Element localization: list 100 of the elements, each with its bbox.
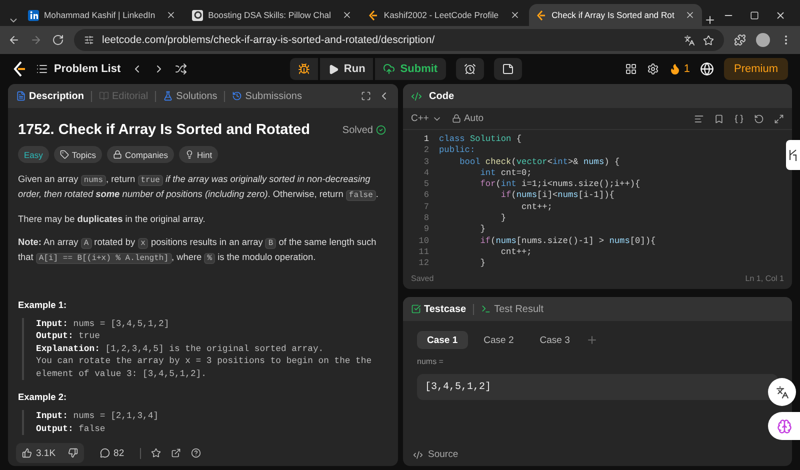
premium-button[interactable]: Premium [724, 58, 788, 80]
parameter-label: nums = [417, 357, 444, 366]
extensions-icon[interactable] [734, 34, 746, 46]
tag-icon [60, 150, 69, 159]
cloud-upload-icon [383, 63, 396, 75]
streak-counter[interactable]: 1 [668, 63, 690, 75]
translate-icon[interactable] [684, 34, 695, 46]
linkedin-favicon-icon [28, 10, 39, 20]
debug-button[interactable] [290, 58, 318, 80]
address-bar[interactable]: leetcode.com/problems/check-if-array-is-sorted-and-rotated/description/ [74, 29, 724, 51]
example-line: You can rotate the array by x = 3 positions to begin on the the [36, 355, 373, 368]
thumbs-down-icon [68, 448, 78, 458]
example-line: Output: true [36, 330, 101, 343]
topic-chip[interactable]: Topics [54, 146, 102, 163]
submit-button[interactable]: Submit [375, 58, 446, 80]
line-number: 10 [418, 236, 429, 247]
restore-icon[interactable] [750, 10, 759, 20]
flame-icon [668, 63, 681, 75]
undo-icon[interactable] [754, 114, 764, 124]
brain-button[interactable] [768, 412, 800, 440]
leetcode-logo-icon[interactable] [12, 61, 26, 77]
topic-chip[interactable]: Companies [107, 146, 174, 163]
code-line: if(nums[nums.size()-1] > nums[0]){ [479, 236, 656, 247]
code-line: public: [439, 145, 476, 157]
problem-list-link[interactable]: Problem List [36, 63, 121, 75]
code-line: class Solution { [439, 134, 522, 146]
braces-icon[interactable] [734, 114, 744, 124]
example-title: Example 1: [18, 300, 68, 310]
back-icon[interactable] [8, 34, 20, 46]
close-icon [685, 10, 696, 20]
case-tab[interactable]: Case 2 [474, 331, 524, 349]
code-line: bool check(vector<int>& nums) { [458, 156, 620, 168]
panel-tab[interactable]: Testcase [411, 304, 466, 314]
check-circle-icon [376, 125, 386, 135]
case-tab[interactable]: Case 3 [530, 331, 580, 349]
panel-tab[interactable]: Test Result [481, 304, 544, 314]
tab-title: Mohammad Kashif | LinkedIn [44, 10, 156, 20]
note-icon [502, 63, 514, 75]
new-tab-icon[interactable] [704, 14, 716, 26]
source-link[interactable]: Source [428, 449, 458, 460]
profile-avatar[interactable] [756, 33, 770, 47]
mode-label[interactable]: Auto [464, 113, 484, 124]
browser-tab[interactable]: Kashif2002 - LeetCode Profile [360, 4, 527, 26]
panel-tab[interactable]: Description [16, 90, 84, 102]
line-number: 3 [422, 156, 429, 168]
code-icon [411, 90, 422, 102]
panel-tab[interactable]: Solutions [163, 90, 218, 102]
case-tab[interactable]: Case 1 [417, 331, 468, 349]
star-icon[interactable] [703, 34, 714, 46]
language-select[interactable]: C++ [411, 113, 429, 124]
thumbs-up-icon [22, 448, 32, 458]
tab-title: Boosting DSA Skills: Pillow Chal [208, 10, 331, 20]
code-line: cnt++; [500, 246, 532, 258]
save-status: Saved [411, 274, 434, 282]
panel-tab[interactable]: Submissions [232, 90, 302, 102]
description-paragraph: There may be duplicates in the original array. [18, 212, 206, 226]
flask-icon [163, 91, 174, 101]
translate-icon [776, 386, 788, 398]
comments-button[interactable]: 82 [94, 448, 130, 458]
notes-button[interactable] [494, 58, 522, 80]
lock-icon [452, 114, 461, 123]
example-line: Input: nums = [3,4,5,1,2] [36, 318, 170, 330]
solved-status: Solved [342, 124, 386, 136]
example-line: Input: nums = [2,1,3,4] [36, 410, 160, 423]
code-line: for(int i=1;i<nums.size();i++){ [479, 179, 640, 190]
layout-icon[interactable] [624, 63, 637, 75]
format-icon[interactable] [694, 114, 704, 124]
code-line: cnt++; [520, 202, 552, 214]
description-paragraph: Note: An array A rotated by x positions results in an array B of the same length such that A[i] == B[(i+x) % A.length] , where % is the modulo operation. [18, 236, 378, 266]
input-field[interactable]: [3,4,5,1,2] [417, 374, 778, 400]
line-number: 8 [422, 213, 429, 224]
timer-button[interactable] [456, 58, 484, 80]
run-button[interactable]: Run [320, 58, 374, 80]
help-icon[interactable] [191, 448, 202, 458]
browser-tab[interactable]: Check if Array Is Sorted and Rot [528, 4, 702, 26]
browser-tab[interactable]: Boosting DSA Skills: Pillow Chal [185, 4, 359, 26]
star-icon[interactable] [151, 448, 162, 458]
bookmark-icon[interactable] [714, 114, 724, 124]
comment-icon [100, 448, 110, 458]
example-line: Output: false [36, 422, 106, 436]
document-icon [16, 91, 26, 101]
forward-icon[interactable] [30, 34, 42, 46]
close-icon [510, 10, 520, 20]
maximize-icon[interactable] [361, 91, 371, 101]
globe-icon[interactable] [700, 62, 714, 76]
example-line: element of value 3: [3,4,5,1,2]. [36, 368, 208, 380]
terminal-icon [481, 304, 492, 314]
close-icon[interactable] [775, 10, 786, 20]
expand-icon[interactable] [774, 114, 784, 124]
side-tab-icon[interactable] [786, 140, 800, 170]
reload-icon[interactable] [52, 34, 64, 46]
settings-icon[interactable] [646, 63, 659, 75]
line-number: 6 [422, 190, 429, 202]
add-icon[interactable] [586, 334, 598, 346]
browser-tab[interactable]: Mohammad Kashif | LinkedIn [21, 4, 184, 26]
topic-chip[interactable]: Hint [179, 146, 218, 163]
lock-icon [113, 150, 122, 159]
share-icon[interactable] [171, 448, 182, 458]
shuffle-icon[interactable] [174, 63, 187, 75]
problem-title: 1752. Check if Array Is Sorted and Rotated [18, 122, 310, 138]
